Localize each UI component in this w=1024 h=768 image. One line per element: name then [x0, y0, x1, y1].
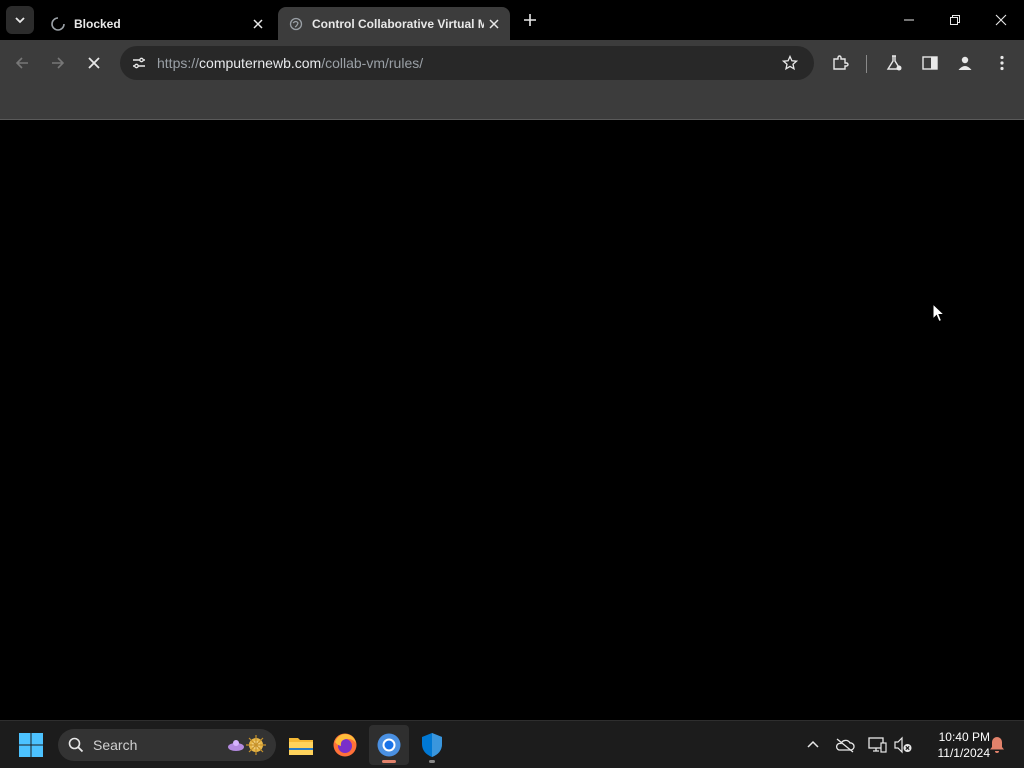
restore-button[interactable] — [932, 0, 978, 40]
clock-date: 11/1/2024 — [937, 746, 991, 760]
site-info-icon[interactable] — [128, 52, 150, 74]
url-scheme: https:// — [157, 55, 200, 71]
stop-icon — [88, 57, 100, 69]
arrow-left-icon — [15, 57, 28, 69]
side-panel-icon[interactable] — [918, 51, 942, 75]
plus-icon — [524, 14, 536, 26]
volume-muted-icon[interactable] — [892, 734, 914, 756]
globe-icon — [288, 16, 304, 32]
clock-time: 10:40 PM — [938, 730, 990, 744]
minimize-button[interactable] — [886, 0, 932, 40]
browser-toolbar: https://computernewb.com/collab-vm/rules… — [0, 40, 1024, 86]
windows-security-icon[interactable] — [412, 725, 452, 765]
search-highlight-icon — [228, 735, 266, 755]
taskbar: Search 10:40 PM 11/1/2024 — [0, 720, 1024, 768]
search-placeholder: Search — [93, 737, 138, 753]
close-tab-icon[interactable] — [484, 14, 504, 34]
arrow-right-icon — [52, 57, 65, 69]
address-bar[interactable]: https://computernewb.com/collab-vm/rules… — [120, 46, 814, 80]
mouse-cursor-icon — [932, 302, 946, 328]
loading-spinner-icon — [50, 16, 66, 32]
bookmark-star-icon[interactable] — [780, 53, 800, 73]
running-app-indicator — [429, 760, 435, 763]
tab-collabvm[interactable]: Control Collaborative Virtual M — [278, 7, 510, 40]
toolbar-divider — [866, 55, 867, 73]
minimize-icon — [904, 19, 914, 21]
stop-loading-button[interactable] — [80, 49, 108, 77]
tab-blocked[interactable]: Blocked — [40, 7, 274, 40]
back-button[interactable] — [8, 49, 36, 77]
forward-button[interactable] — [44, 49, 72, 77]
tab-search-button[interactable] — [6, 6, 34, 34]
tab-title: Control Collaborative Virtual M — [312, 16, 484, 31]
extensions-icon[interactable] — [828, 51, 852, 75]
active-app-indicator — [382, 760, 396, 763]
bookmarks-bar — [0, 86, 1024, 120]
system-clock[interactable]: 10:40 PM 11/1/2024 — [920, 729, 991, 761]
url-path: /collab-vm/rules/ — [321, 55, 424, 71]
close-window-button[interactable] — [978, 0, 1024, 40]
notification-bell-icon[interactable] — [986, 734, 1008, 756]
title-bar: Blocked Control Collaborative Virtual M — [0, 0, 1024, 40]
taskbar-search-box[interactable]: Search — [58, 729, 276, 761]
url-host: computernewb.com — [199, 55, 322, 71]
labs-flask-icon[interactable] — [882, 51, 906, 75]
onedrive-offline-icon[interactable] — [834, 734, 856, 756]
firefox-icon[interactable] — [325, 725, 365, 765]
chevron-down-icon — [15, 17, 25, 24]
file-explorer-icon[interactable] — [281, 725, 321, 765]
chevron-up-icon[interactable] — [802, 734, 824, 756]
tab-title: Blocked — [74, 16, 121, 31]
restore-icon — [950, 15, 960, 25]
profile-avatar-icon[interactable] — [953, 51, 977, 75]
network-icon[interactable] — [866, 734, 888, 756]
more-menu-icon[interactable] — [990, 51, 1014, 75]
close-icon — [995, 14, 1007, 26]
url-text[interactable]: https://computernewb.com/collab-vm/rules… — [157, 55, 423, 71]
close-tab-icon[interactable] — [248, 14, 268, 34]
chrome-icon[interactable] — [369, 725, 409, 765]
search-icon — [68, 737, 84, 753]
windows-start-icon[interactable] — [18, 732, 44, 758]
page-content — [0, 121, 1024, 720]
new-tab-button[interactable] — [518, 8, 542, 32]
